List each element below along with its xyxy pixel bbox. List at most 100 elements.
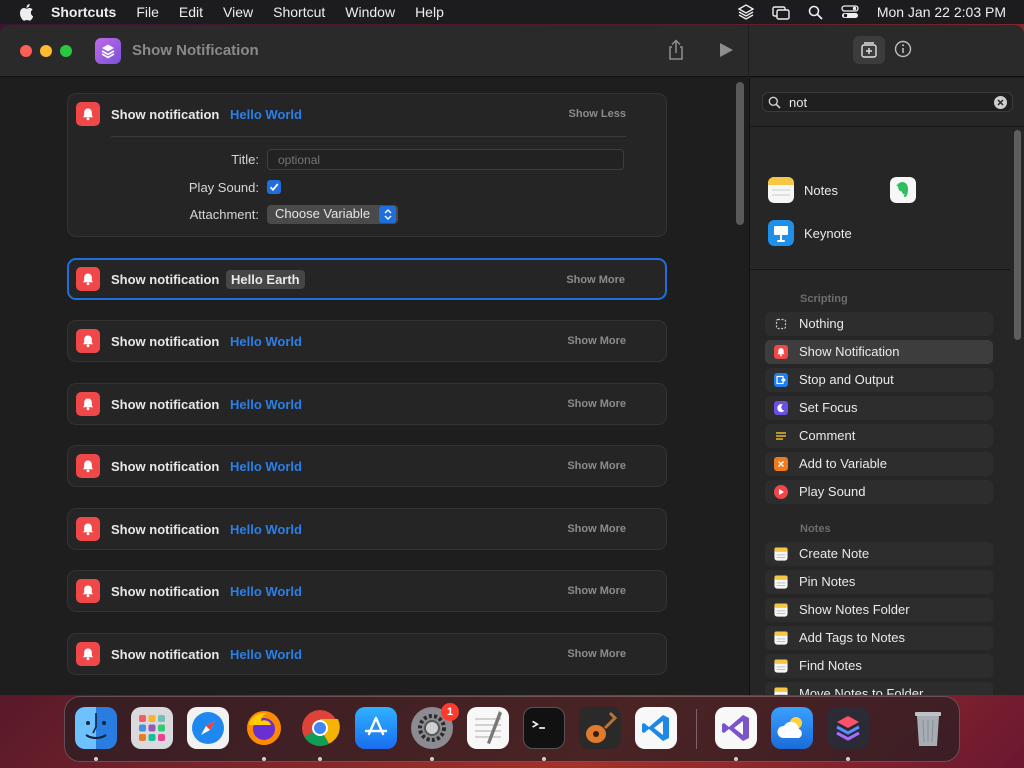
- action-label: Find Notes: [799, 658, 862, 673]
- action-value-token[interactable]: Hello World: [230, 647, 302, 662]
- finder-icon[interactable]: [75, 707, 117, 749]
- action-value-token[interactable]: Hello Earth: [226, 270, 305, 289]
- action-card[interactable]: Show notification Hello World Show More: [67, 508, 667, 550]
- action-card[interactable]: Show notification Hello World Show More: [67, 383, 667, 425]
- action-card-expanded[interactable]: Show notification Hello World Show Less …: [67, 93, 667, 237]
- show-more-button[interactable]: Show More: [567, 460, 626, 472]
- minimize-window-button[interactable]: [40, 45, 52, 57]
- action-value-token[interactable]: Hello World: [230, 334, 302, 349]
- terminal-icon[interactable]: [523, 707, 565, 749]
- info-icon[interactable]: [894, 40, 912, 63]
- chrome-icon[interactable]: [299, 707, 341, 749]
- action-label: Add Tags to Notes: [799, 630, 905, 645]
- title-field-label: Title:: [231, 152, 259, 167]
- action-nothing[interactable]: Nothing: [765, 312, 993, 336]
- menu-help[interactable]: Help: [415, 4, 444, 20]
- action-card-selected[interactable]: Show notification Hello Earth Show More: [67, 258, 667, 300]
- action-value-token[interactable]: Hello World: [230, 584, 302, 599]
- layers-status-icon[interactable]: [737, 4, 754, 20]
- keynote-app-label[interactable]: Keynote: [804, 226, 852, 241]
- menu-clock[interactable]: Mon Jan 22 2:03 PM: [877, 4, 1006, 20]
- editor-scrollbar[interactable]: [736, 82, 744, 225]
- show-more-button[interactable]: Show More: [567, 648, 626, 660]
- vscode-icon[interactable]: [635, 707, 677, 749]
- action-show-notes-folder[interactable]: Show Notes Folder: [765, 598, 993, 622]
- notes-app-label[interactable]: Notes: [804, 183, 838, 198]
- notification-bell-icon: [76, 102, 100, 126]
- visual-studio-icon[interactable]: [715, 707, 757, 749]
- library-search[interactable]: not: [762, 92, 1013, 112]
- safari-icon[interactable]: [187, 707, 229, 749]
- garageband-icon[interactable]: [579, 707, 621, 749]
- show-more-button[interactable]: Show More: [566, 274, 625, 286]
- action-title: Show notification: [111, 459, 220, 474]
- shortcuts-app-icon[interactable]: [827, 707, 869, 749]
- trash-icon[interactable]: [907, 707, 949, 749]
- action-set-focus[interactable]: Set Focus: [765, 396, 993, 420]
- action-value-token[interactable]: Hello World: [230, 107, 302, 122]
- attachment-select[interactable]: Choose Variable: [267, 205, 398, 224]
- show-more-button[interactable]: Show More: [567, 398, 626, 410]
- launchpad-icon[interactable]: [131, 707, 173, 749]
- action-create-note[interactable]: Create Note: [765, 542, 993, 566]
- action-stop-and-output[interactable]: Stop and Output: [765, 368, 993, 392]
- action-add-tags-to-notes[interactable]: Add Tags to Notes: [765, 626, 993, 650]
- running-indicator: [318, 757, 322, 761]
- notification-bell-icon: [76, 517, 100, 541]
- nothing-icon: [774, 317, 788, 331]
- window-title[interactable]: Show Notification: [132, 42, 259, 59]
- add-action-tab-icon[interactable]: [853, 36, 885, 64]
- action-find-notes[interactable]: Find Notes: [765, 654, 993, 678]
- show-less-button[interactable]: Show Less: [569, 108, 626, 120]
- action-card[interactable]: Show notification Hello World Show More: [67, 570, 667, 612]
- action-comment[interactable]: Comment: [765, 424, 993, 448]
- menu-window[interactable]: Window: [345, 4, 395, 20]
- menu-file[interactable]: File: [136, 4, 159, 20]
- menu-shortcut[interactable]: Shortcut: [273, 4, 325, 20]
- action-value-token[interactable]: Hello World: [230, 522, 302, 537]
- evernote-app-icon[interactable]: [890, 177, 916, 203]
- action-move-notes-to-folder[interactable]: Move Notes to Folder: [765, 682, 993, 695]
- library-scrollbar[interactable]: [1014, 130, 1021, 340]
- clear-search-icon[interactable]: [994, 96, 1007, 109]
- shortcut-glyph-icon[interactable]: [95, 38, 121, 64]
- show-more-button[interactable]: Show More: [567, 585, 626, 597]
- textedit-icon[interactable]: [467, 707, 509, 749]
- weather-icon[interactable]: [771, 707, 813, 749]
- spotlight-search-icon[interactable]: [808, 5, 823, 20]
- screen-mirroring-icon[interactable]: [772, 4, 790, 20]
- notes-app-icon[interactable]: [768, 177, 794, 203]
- action-show-notification[interactable]: Show Notification: [765, 340, 993, 364]
- action-library: not Notes Keynote Scripting Nothing Show…: [749, 78, 1024, 695]
- action-value-token[interactable]: Hello World: [230, 397, 302, 412]
- search-input[interactable]: not: [789, 95, 807, 110]
- menu-view[interactable]: View: [223, 4, 253, 20]
- firefox-icon[interactable]: [243, 707, 285, 749]
- action-label: Move Notes to Folder: [799, 686, 924, 695]
- control-center-icon[interactable]: [841, 4, 859, 20]
- action-value-token[interactable]: Hello World: [230, 459, 302, 474]
- play-icon[interactable]: [718, 42, 734, 63]
- action-pin-notes[interactable]: Pin Notes: [765, 570, 993, 594]
- notification-badge: 1: [441, 703, 459, 721]
- app-store-icon[interactable]: [355, 707, 397, 749]
- play-sound-checkbox[interactable]: [267, 180, 281, 194]
- action-card[interactable]: Show notification Hello World Show More: [67, 320, 667, 362]
- menu-edit[interactable]: Edit: [179, 4, 203, 20]
- share-icon[interactable]: [666, 39, 686, 66]
- keynote-app-icon[interactable]: [768, 220, 794, 246]
- show-more-button[interactable]: Show More: [567, 335, 626, 347]
- menu-app-name[interactable]: Shortcuts: [51, 4, 116, 20]
- title-field[interactable]: [267, 149, 624, 170]
- action-label: Add to Variable: [799, 456, 887, 471]
- play-sound-icon: [774, 485, 788, 499]
- action-play-sound[interactable]: Play Sound: [765, 480, 993, 504]
- action-card[interactable]: Show notification Hello World Show More: [67, 633, 667, 675]
- action-add-to-variable[interactable]: Add to Variable: [765, 452, 993, 476]
- zoom-window-button[interactable]: [60, 45, 72, 57]
- close-window-button[interactable]: [20, 45, 32, 57]
- apple-menu-icon[interactable]: [18, 3, 38, 21]
- dock-separator: [696, 709, 697, 749]
- action-card[interactable]: Show notification Hello World Show More: [67, 445, 667, 487]
- show-more-button[interactable]: Show More: [567, 523, 626, 535]
